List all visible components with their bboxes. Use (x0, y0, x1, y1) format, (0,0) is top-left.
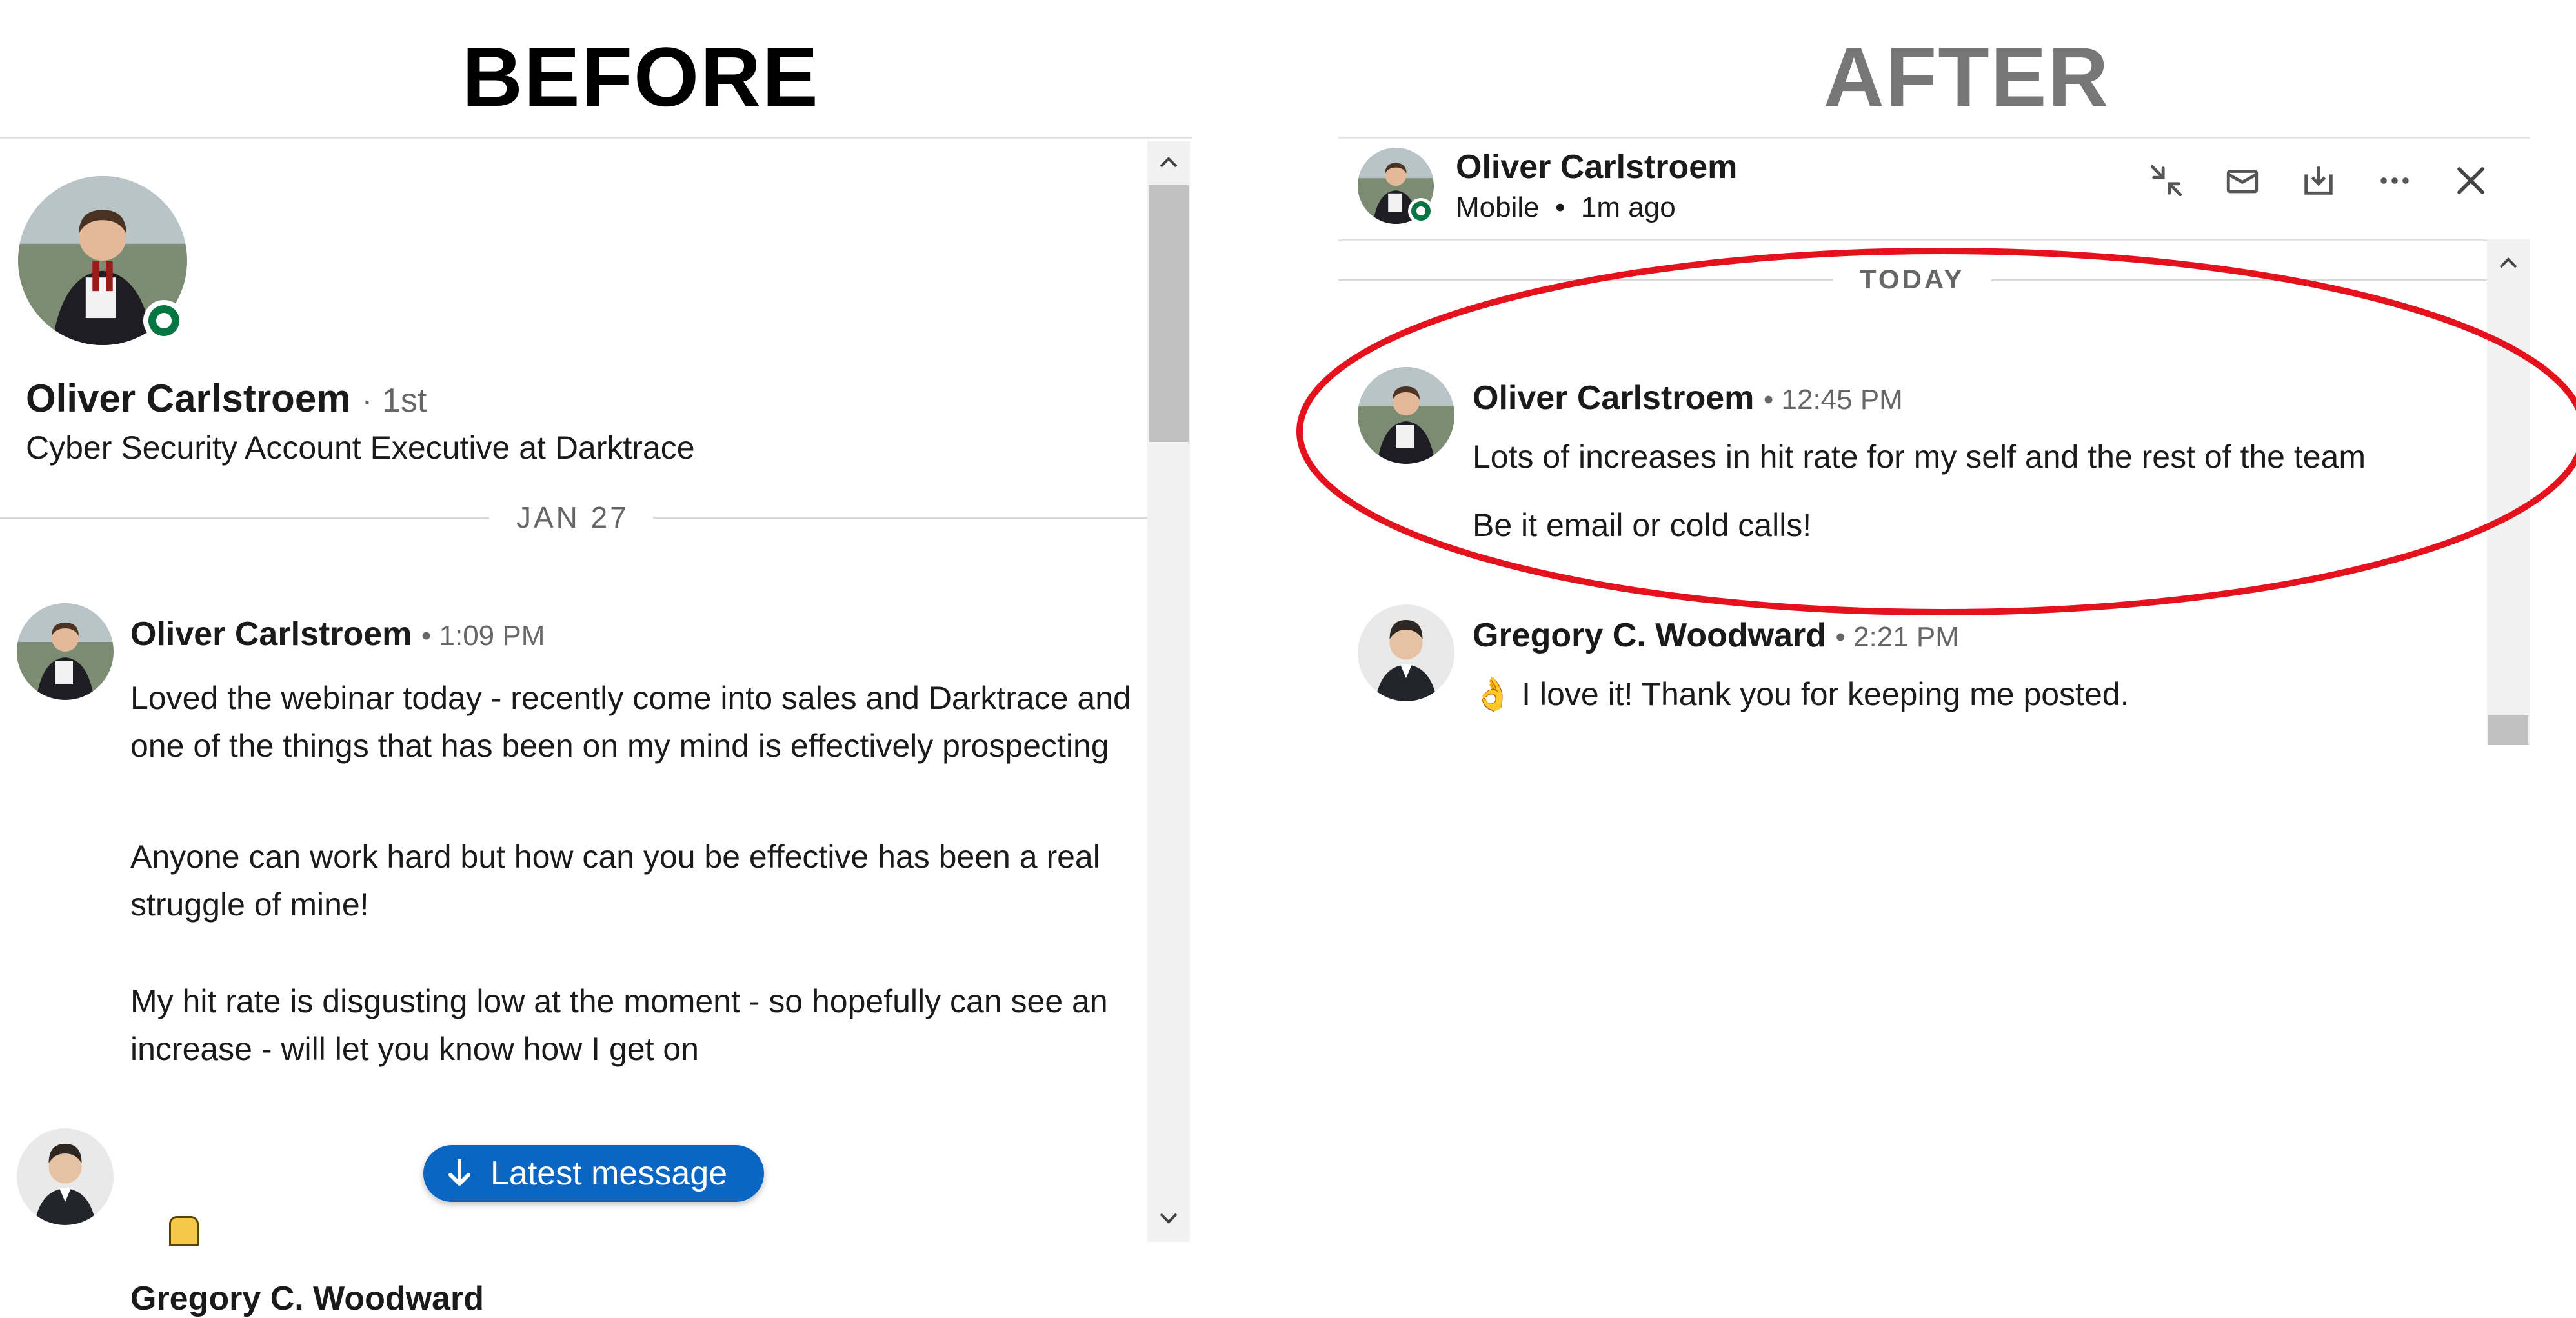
scroll-up-icon[interactable] (1147, 146, 1190, 179)
reply-message: 👌 I love it! Thank you for keeping me po… (1473, 675, 2129, 714)
latest-message-button[interactable]: Latest message (423, 1145, 764, 1202)
reply-text: I love it! Thank you for keeping me post… (1522, 676, 2129, 712)
message-paragraph-1: Loved the webinar today - recently come … (130, 680, 1131, 764)
header-status: Mobile • 1m ago (1456, 192, 1676, 223)
date-divider-label: JAN 27 (516, 501, 629, 534)
more-icon[interactable] (2372, 158, 2417, 203)
collapse-icon[interactable] (2144, 158, 2189, 203)
message-time: • 1:09 PM (421, 620, 545, 652)
date-divider-right (653, 517, 1147, 519)
envelope-icon[interactable] (2220, 158, 2265, 203)
scrollbar-thumb[interactable] (2488, 715, 2528, 745)
online-status-dot (143, 300, 185, 341)
profile-headline: Cyber Security Account Executive at Dark… (26, 430, 695, 466)
highlight-ellipse (1296, 248, 2576, 615)
sender-name[interactable]: Oliver Carlstroem (130, 615, 412, 653)
header-online-dot (1408, 198, 1434, 224)
profile-name-line: Oliver Carlstroem · 1st (26, 376, 427, 421)
ok-hand-icon: 👌 (1473, 676, 1513, 712)
emoji-partial (169, 1216, 199, 1246)
download-icon[interactable] (2296, 158, 2341, 203)
sender-avatar[interactable] (17, 1128, 114, 1225)
arrow-down-icon (448, 1159, 471, 1188)
before-heading: BEFORE (462, 30, 820, 124)
sender-name[interactable]: Gregory C. Woodward (130, 1279, 484, 1318)
message-paragraph-2: Anyone can work hard but how can you be … (130, 839, 1100, 923)
connection-degree: · 1st (361, 382, 427, 419)
close-icon[interactable] (2448, 158, 2493, 203)
message-time: • 2:21 PM (1835, 621, 1959, 653)
profile-name[interactable]: Oliver Carlstroem (26, 377, 351, 420)
date-divider-left (0, 517, 489, 519)
after-panel: Oliver Carlstroem Mobile • 1m ago TODAY (1296, 137, 2576, 745)
message-paragraph-3: My hit rate is disgusting low at the mom… (130, 983, 1108, 1067)
scroll-down-icon[interactable] (1147, 1202, 1190, 1234)
header-name[interactable]: Oliver Carlstroem (1456, 148, 1737, 186)
after-heading: AFTER (1824, 30, 2110, 124)
message-header: Oliver Carlstroem • 1:09 PM (130, 615, 545, 654)
before-panel: Oliver Carlstroem · 1st Cyber Security A… (0, 137, 1192, 1317)
sender-avatar[interactable] (17, 603, 114, 700)
scrollbar-thumb[interactable] (1149, 185, 1189, 442)
latest-message-label: Latest message (490, 1155, 728, 1192)
